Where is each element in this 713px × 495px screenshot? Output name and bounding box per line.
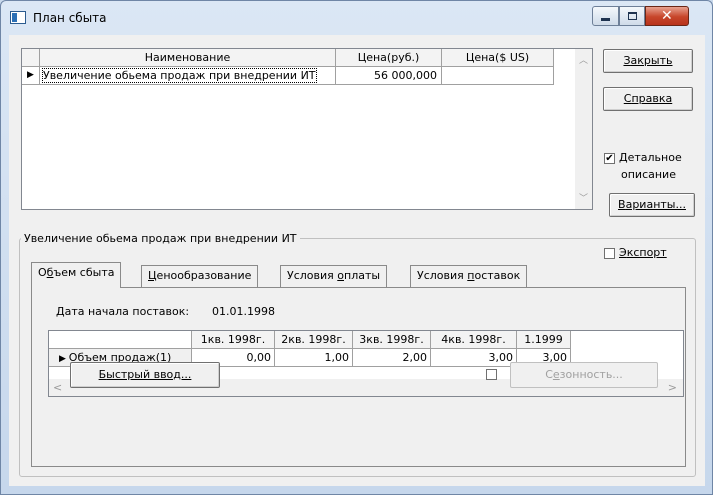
detailed-hotkey: Д: [619, 151, 628, 164]
window-title: План сбыта: [33, 11, 107, 25]
tab-payment-terms-hotkey: о: [337, 269, 344, 282]
export-label: Экспорт: [619, 246, 667, 259]
cell-name[interactable]: Увеличение обьема продаж при внедрении И…: [40, 67, 336, 85]
cell-name-text: Увеличение обьема продаж при внедрении И…: [42, 68, 317, 83]
cell-q4-1998[interactable]: 3,00: [431, 349, 517, 367]
cell-price-rub[interactable]: 56 000,000: [336, 67, 442, 85]
export-checkbox[interactable]: [604, 248, 615, 259]
column-header-q4-1998[interactable]: 4кв. 1998г.: [431, 331, 517, 349]
tab-sales-volume-pre: О: [38, 266, 47, 279]
close-icon: ✕: [661, 8, 673, 24]
column-header-q1-1998[interactable]: 1кв. 1998г.: [192, 331, 275, 349]
scroll-down-icon[interactable]: ﹀: [579, 191, 588, 204]
tab-payment-terms-rest: платы: [344, 269, 381, 282]
tab-delivery-terms[interactable]: Условия поставок: [410, 265, 528, 287]
row-header-corner: [22, 49, 40, 67]
export-hotkey: Э: [619, 246, 627, 259]
volume-grid-corner: [49, 331, 192, 349]
variants-button-hotkey: В: [618, 198, 626, 211]
seasonality-button[interactable]: Сезонность...: [510, 362, 658, 388]
scroll-left-icon[interactable]: <: [53, 381, 62, 394]
title-bar[interactable]: План сбыта ✕: [1, 1, 712, 35]
minimize-button[interactable]: [592, 6, 619, 26]
maximize-button[interactable]: [619, 6, 645, 26]
seasonality-label: зонность...: [559, 368, 623, 381]
close-button-hotkey: З: [623, 54, 631, 67]
close-button-label: акрыть: [630, 54, 673, 67]
app-icon[interactable]: [10, 11, 26, 24]
window-close-button[interactable]: ✕: [645, 6, 689, 26]
seasonality-hotkey: е: [552, 368, 560, 381]
tab-pricing-hotkey: Ц: [148, 269, 157, 282]
group-title: Увеличение обьема продаж при внедрении И…: [21, 232, 300, 245]
column-header-price-usd[interactable]: Цена($ US): [442, 49, 554, 67]
export-label-text: кспорт: [626, 246, 667, 259]
vertical-scrollbar[interactable]: ︿ ﹀: [575, 49, 592, 209]
minimize-icon: [601, 18, 610, 21]
delivery-start-value: 01.01.1998: [212, 305, 275, 318]
cell-q2-1998[interactable]: 1,00: [275, 349, 353, 367]
column-header-q2-1998[interactable]: 2кв. 1998г.: [275, 331, 353, 349]
detailed-checkbox[interactable]: ✔: [604, 153, 615, 164]
column-header-1-1999[interactable]: 1.1999: [517, 331, 571, 349]
row-indicator-icon: ▶: [22, 67, 40, 85]
maximize-icon: [628, 12, 637, 20]
tab-delivery-terms-pre: Условия: [417, 269, 468, 282]
quick-input-hotkey: Б: [98, 368, 107, 381]
plan-grid[interactable]: Наименование Цена(руб.) Цена($ US) ▶ Уве…: [21, 48, 593, 210]
tab-payment-terms[interactable]: Условия оплаты: [280, 265, 388, 287]
column-header-name[interactable]: Наименование: [40, 49, 336, 67]
scroll-right-icon[interactable]: >: [668, 381, 677, 394]
seasonality-pre: С: [545, 368, 553, 381]
detailed-label-line1: етальное: [627, 151, 682, 164]
tab-delivery-terms-rest: оставок: [474, 269, 521, 282]
tab-sales-volume[interactable]: Объем сбыта: [31, 262, 122, 288]
row-indicator-icon: ▶: [59, 354, 69, 364]
column-header-q3-1998[interactable]: 3кв. 1998г.: [353, 331, 431, 349]
client-area: Наименование Цена(руб.) Цена($ US) ▶ Уве…: [9, 35, 705, 486]
variants-button[interactable]: Варианты...: [609, 193, 695, 217]
seasonality-checkbox[interactable]: [486, 369, 497, 380]
help-button[interactable]: Справка: [603, 87, 693, 111]
scroll-up-icon[interactable]: ︿: [579, 53, 588, 66]
delivery-start-label: Дата начала поставок:: [56, 305, 190, 318]
detailed-label: Детальное: [619, 151, 682, 164]
detailed-label-line2: описание: [621, 168, 676, 181]
quick-input-label: ыстрый ввод...: [106, 368, 192, 381]
cell-price-usd[interactable]: [442, 67, 554, 85]
help-button-label: правка: [631, 92, 673, 105]
window: План сбыта ✕ Наименование Цена(руб.) Цен…: [0, 0, 713, 495]
column-header-price-rub[interactable]: Цена(руб.): [336, 49, 442, 67]
quick-input-button[interactable]: Быстрый ввод...: [70, 362, 220, 388]
tab-pricing[interactable]: Ценообразование: [141, 265, 259, 287]
tab-sales-volume-rest: ъем сбыта: [53, 266, 115, 279]
tab-pricing-rest: енообразование: [156, 269, 252, 282]
variants-button-label: арианты...: [625, 198, 686, 211]
close-button[interactable]: Закрыть: [603, 49, 693, 73]
tab-payment-terms-pre: Условия: [287, 269, 338, 282]
cell-q3-1998[interactable]: 2,00: [353, 349, 431, 367]
tab-page-sales-volume: Дата начала поставок: 01.01.1998 1кв. 19…: [31, 287, 686, 467]
